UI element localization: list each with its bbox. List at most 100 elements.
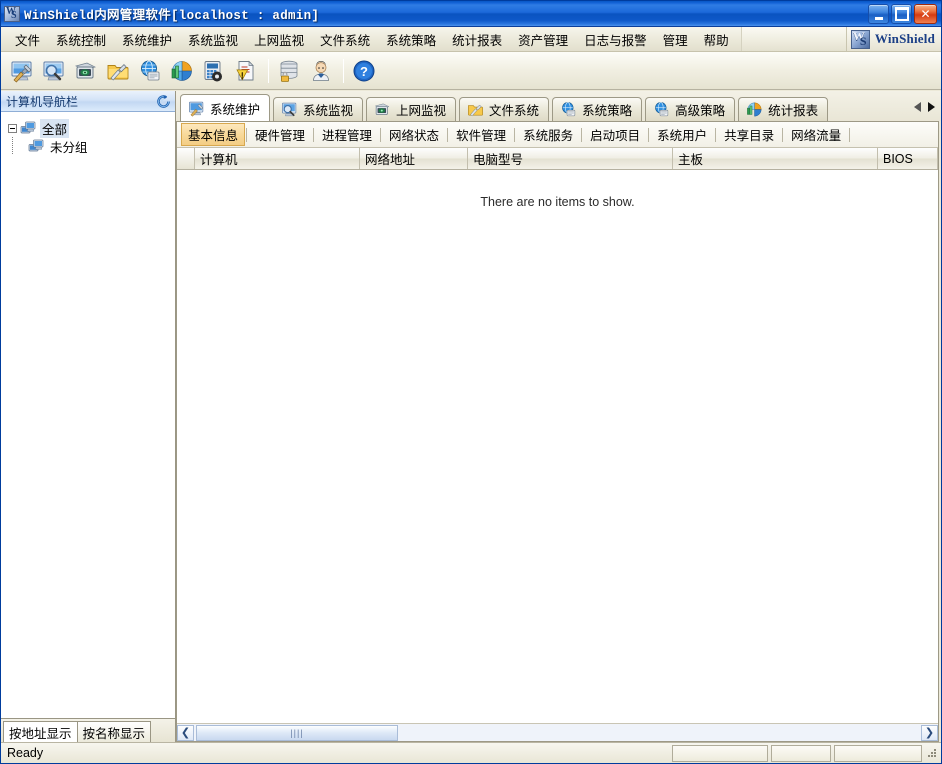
tab-label: 系统策略 xyxy=(582,104,633,118)
content-area: 系统维护 系统监视 上网监视 文件系统 系统策略 高级策略 统计报表 基本信息 … xyxy=(176,91,941,742)
computer-group-icon xyxy=(28,139,44,152)
statistics-report-icon xyxy=(171,60,192,81)
scroll-right-button[interactable]: ❯ xyxy=(921,724,938,741)
svg-text:?: ? xyxy=(360,64,368,79)
menu-item-internet-monitor[interactable]: 上网监视 xyxy=(246,27,312,52)
tree-node-ungrouped[interactable]: 未分组 xyxy=(2,137,175,155)
scroll-track[interactable]: |||| xyxy=(194,724,921,741)
computer-group-icon xyxy=(20,121,36,134)
scroll-left-button[interactable]: ❮ xyxy=(177,724,194,741)
menu-item-system-control[interactable]: 系统控制 xyxy=(48,27,114,52)
menu-item-system-monitor[interactable]: 系统监视 xyxy=(180,27,246,52)
toolbar-user-admin-button[interactable] xyxy=(306,56,336,86)
minimize-button[interactable] xyxy=(868,3,889,24)
statistics-report-icon xyxy=(747,102,762,117)
menu-item-file[interactable]: 文件 xyxy=(7,27,48,52)
resize-grip-icon[interactable] xyxy=(925,746,939,760)
toolbar: ? xyxy=(1,52,941,90)
empty-state-message: There are no items to show. xyxy=(480,195,635,209)
close-button[interactable] xyxy=(914,3,937,24)
internet-monitor-icon xyxy=(374,103,390,115)
tab-label: 高级策略 xyxy=(675,104,726,118)
column-header-bios[interactable]: BIOS xyxy=(878,148,938,169)
subtab-hardware-management[interactable]: 硬件管理 xyxy=(248,123,312,146)
tab-file-system[interactable]: 文件系统 xyxy=(459,97,550,121)
menu-item-file-system[interactable]: 文件系统 xyxy=(312,27,378,52)
subtab-shared-directories[interactable]: 共享目录 xyxy=(717,123,781,146)
toolbar-system-monitor-button[interactable] xyxy=(39,56,69,86)
column-header-computer-model[interactable]: 电脑型号 xyxy=(468,148,673,169)
toolbar-file-system-button[interactable] xyxy=(103,56,133,86)
subtab-system-services[interactable]: 系统服务 xyxy=(516,123,580,146)
tree-expander-icon[interactable] xyxy=(8,123,17,133)
navigation-panel: 计算机导航栏 全部 未分组 按地址显示 按名称显示 xyxy=(1,91,176,742)
subtab-process-management[interactable]: 进程管理 xyxy=(315,123,379,146)
subtab-separator xyxy=(581,127,583,142)
tab-label: 文件系统 xyxy=(489,104,540,118)
subtab-separator xyxy=(514,127,516,142)
tab-label: 统计报表 xyxy=(768,104,819,118)
advanced-policy-icon xyxy=(655,102,669,117)
subtab-separator xyxy=(782,127,784,142)
tab-statistics-report[interactable]: 统计报表 xyxy=(738,97,829,121)
menu-item-system-maintenance[interactable]: 系统维护 xyxy=(114,27,180,52)
nav-tab-by-address[interactable]: 按地址显示 xyxy=(3,721,78,742)
log-alarm-icon xyxy=(236,60,254,81)
refresh-icon[interactable] xyxy=(156,94,171,109)
tab-system-maintenance[interactable]: 系统维护 xyxy=(180,94,271,121)
tab-scroll-left-icon[interactable] xyxy=(914,102,921,112)
menu-item-help[interactable]: 帮助 xyxy=(696,27,737,52)
toolbar-statistics-report-button[interactable] xyxy=(167,56,197,86)
computer-tree[interactable]: 全部 未分组 xyxy=(1,112,175,718)
menu-item-asset-management[interactable]: 资产管理 xyxy=(510,27,576,52)
toolbar-system-maintenance-button[interactable] xyxy=(7,56,37,86)
horizontal-scrollbar[interactable]: ❮ |||| ❯ xyxy=(177,723,938,741)
subtab-software-management[interactable]: 软件管理 xyxy=(449,123,513,146)
maximize-button[interactable] xyxy=(891,3,912,24)
tab-scroll-right-icon[interactable] xyxy=(928,102,935,112)
brand-name: WinShield xyxy=(874,31,935,46)
toolbar-system-policy-button[interactable] xyxy=(135,56,165,86)
menu-item-log-alarm[interactable]: 日志与报警 xyxy=(576,27,655,52)
system-monitor-icon xyxy=(43,61,64,80)
tree-node-all[interactable]: 全部 xyxy=(2,118,175,138)
menu-item-management[interactable]: 管理 xyxy=(655,27,696,52)
subtab-basic-info[interactable]: 基本信息 xyxy=(181,123,246,146)
toolbar-log-alarm-button[interactable] xyxy=(231,56,261,86)
tab-advanced-policy[interactable]: 高级策略 xyxy=(645,97,736,121)
status-pane-3 xyxy=(834,744,922,762)
tab-label: 上网监视 xyxy=(396,104,447,118)
menu-filler xyxy=(740,27,846,51)
subtab-separator xyxy=(715,127,717,142)
nav-tab-by-name[interactable]: 按名称显示 xyxy=(76,721,152,742)
subtab-network-status[interactable]: 网络状态 xyxy=(382,123,446,146)
toolbar-internet-monitor-button[interactable] xyxy=(71,56,101,86)
toolbar-database-button[interactable] xyxy=(274,56,304,86)
tab-system-monitor[interactable]: 系统监视 xyxy=(273,97,364,121)
tab-system-policy[interactable]: 系统策略 xyxy=(552,97,643,121)
system-maintenance-icon xyxy=(189,101,204,117)
subtab-separator xyxy=(849,127,851,142)
subtab-separator xyxy=(648,127,650,142)
tab-scroll-controls xyxy=(908,97,941,121)
tab-internet-monitor[interactable]: 上网监视 xyxy=(366,97,457,121)
database-lock-icon xyxy=(280,60,298,82)
column-header-motherboard[interactable]: 主板 xyxy=(673,148,878,169)
toolbar-asset-management-button[interactable] xyxy=(199,56,229,86)
subtab-separator xyxy=(447,127,449,142)
status-bar: Ready xyxy=(1,742,941,763)
subtab-startup-items[interactable]: 启动项目 xyxy=(583,123,647,146)
scroll-thumb[interactable]: |||| xyxy=(196,724,398,741)
subtab-system-users[interactable]: 系统用户 xyxy=(650,123,714,146)
toolbar-help-button[interactable]: ? xyxy=(349,56,379,86)
main-body: 计算机导航栏 全部 未分组 按地址显示 按名称显示 系统维护 系统监视 上网监视… xyxy=(1,90,941,742)
grid-body[interactable]: There are no items to show. xyxy=(177,170,938,723)
file-system-icon xyxy=(468,104,483,117)
menu-item-statistics-report[interactable]: 统计报表 xyxy=(444,27,510,52)
subtab-network-traffic[interactable]: 网络流量 xyxy=(784,123,848,146)
menu-item-system-policy[interactable]: 系统策略 xyxy=(378,27,444,52)
column-header-computer[interactable]: 计算机 xyxy=(195,148,360,169)
column-header-network-address[interactable]: 网络地址 xyxy=(360,148,468,169)
user-admin-icon xyxy=(313,60,329,81)
winshield-logo-icon xyxy=(850,29,870,49)
